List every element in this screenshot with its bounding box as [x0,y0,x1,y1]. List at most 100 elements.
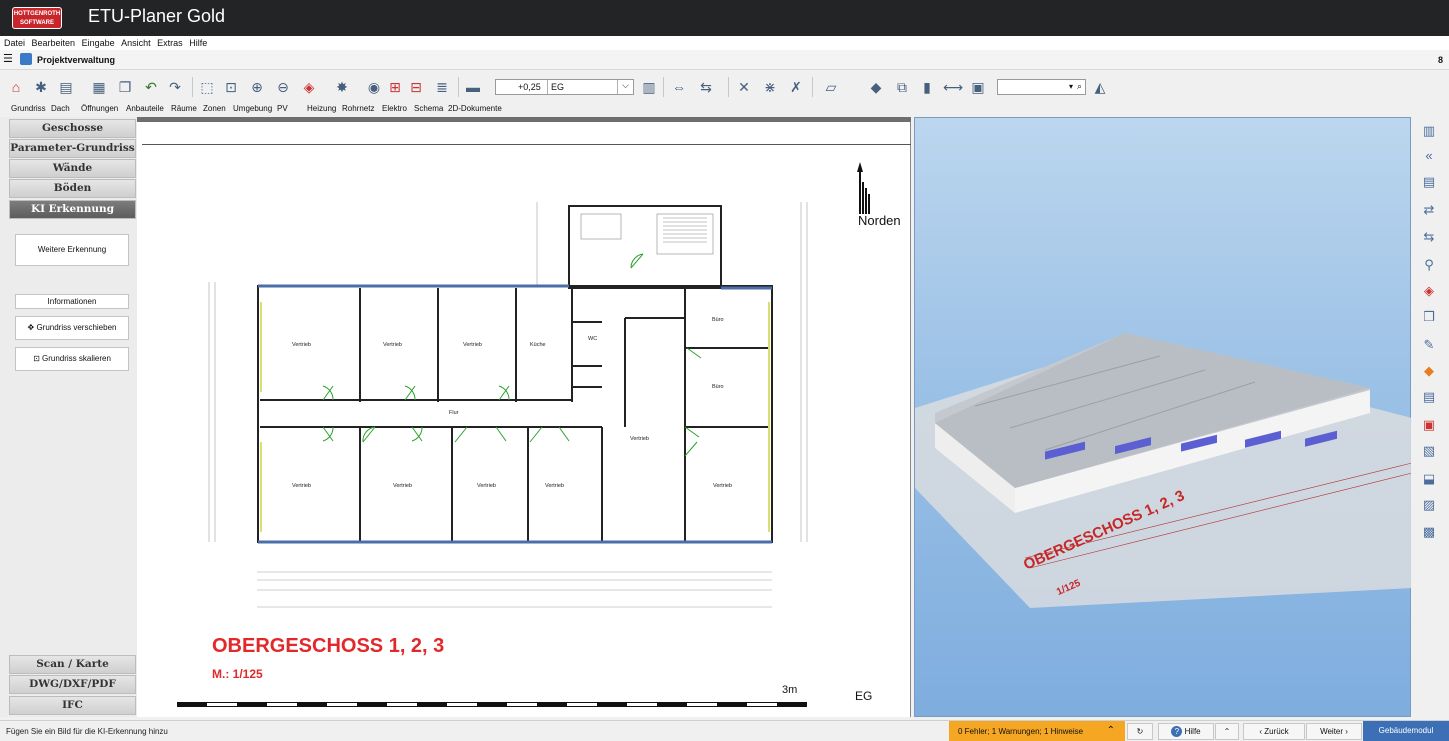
menu-hilfe[interactable]: Hilfe [189,38,207,48]
copy-icon[interactable]: ❐ [116,78,134,96]
list-icon[interactable]: ≣ [433,78,451,96]
visibility-icon[interactable]: ◉ [365,78,383,96]
tab-elektro[interactable]: Elektro [382,104,407,113]
split-view-icon[interactable]: ▥ [1419,121,1439,141]
dimension-icon[interactable]: ⇔ [670,78,688,96]
chevron-up-icon[interactable]: ⌃ [1107,725,1115,736]
view-settings-icon[interactable]: ◭ [1091,78,1109,96]
tab-oeffnungen[interactable]: Öffnungen [81,104,118,113]
tab-anbauteile[interactable]: Anbauteile [126,104,164,113]
nav-ifc[interactable]: IFC [9,696,136,715]
level-list-icon[interactable]: ▥ [640,78,658,96]
menu-eingabe[interactable]: Eingabe [82,38,115,48]
hilfe-expand-button[interactable]: ⌃ [1215,723,1239,740]
tab-umgebung[interactable]: Umgebung [233,104,272,113]
tab-zonen[interactable]: Zonen [203,104,226,113]
tab-schema[interactable]: Schema [414,104,443,113]
zoom-window-icon[interactable]: ⊡ [222,78,240,96]
select-icon[interactable]: ⬚ [198,78,216,96]
paint-icon[interactable]: ◆ [867,78,885,96]
grundriss-skalieren-button[interactable]: ⊡ Grundriss skalieren [15,347,129,371]
project-title[interactable]: Projektverwaltung [37,55,115,65]
tab-raeume[interactable]: Räume [171,104,197,113]
grid-settings-icon[interactable]: ⊟ [407,78,425,96]
tab-2d-dokumente[interactable]: 2D-Dokumente [448,104,502,113]
light-icon[interactable]: ✸ [333,78,351,96]
weitere-erkennung-button[interactable]: Weitere Erkennung [15,234,129,266]
nav-ki-erkennung[interactable]: KI Erkennung [9,200,136,219]
tab-rohrnetz[interactable]: Rohrnetz [342,104,374,113]
menu-extras[interactable]: Extras [157,38,183,48]
print-icon[interactable]: ▤ [1419,172,1439,192]
floor-title: OBERGESCHOSS 1, 2, 3 [212,635,445,657]
nav-scan-karte[interactable]: Scan / Karte [9,655,136,674]
tab-grundriss[interactable]: Grundriss [11,104,46,113]
gebaeudemodul-button[interactable]: Gebäudemodul [1363,721,1449,741]
edit-icon[interactable]: ✎ [1419,335,1439,355]
sync-back-icon[interactable]: ⇆ [1419,227,1439,247]
snap-point-icon[interactable]: ✗ [787,78,805,96]
paint-bucket-icon[interactable]: ◆ [1419,361,1439,381]
cube-red-icon[interactable]: ◈ [1419,281,1439,301]
room-label-vertrieb-1: Vertrieb [292,342,311,348]
redo-icon[interactable]: ↷ [166,78,184,96]
cube-icon[interactable]: ⧉ [893,78,911,96]
tab-heizung[interactable]: Heizung [307,104,336,113]
wall-icon[interactable]: ▮ [918,78,936,96]
tab-pv[interactable]: PV [277,104,288,113]
menu-datei[interactable]: Datei [4,38,25,48]
zoom-out-icon[interactable]: ⊖ [274,78,292,96]
layer-icon[interactable]: ◈ [300,78,318,96]
hamburger-icon[interactable]: ☰ [3,52,13,65]
grid-icon[interactable]: ▩ [1419,522,1439,542]
stamp-icon[interactable]: ⬓ [1419,469,1439,489]
sync-icon[interactable]: ⇄ [1419,200,1439,220]
zurueck-button[interactable]: ‹ Zurück [1243,723,1305,740]
3d-view[interactable]: OBERGESCHOSS 1, 2, 3 1/125 [914,117,1412,717]
toolbar-separator [192,77,193,97]
collapse-icon[interactable]: « [1419,146,1439,166]
measure-icon[interactable]: ⇆ [697,78,715,96]
grid-icon[interactable]: ⊞ [386,78,404,96]
search-input[interactable]: ▾ ⌕ [997,79,1086,95]
drawing-canvas[interactable]: Vertrieb Vertrieb Vertrieb Küche WC Büro… [137,122,911,717]
error-summary[interactable]: 0 Fehler; 1 Warnungen; 1 Hinweise ⌃ [949,721,1125,741]
level-name: EG [551,82,565,92]
right-toolbar: ▥ « ▤ ⇄ ⇆ ⚲ ◈ ❒ ✎ ◆ ▤ ▣ ▧ ⬓ ▨ ▩ [1411,117,1449,717]
print-preview-icon[interactable]: ▦ [90,78,108,96]
cube-icon[interactable]: ❒ [1419,307,1439,327]
snowflake-icon[interactable]: ✱ [32,78,50,96]
hilfe-button[interactable]: ? Hilfe [1158,723,1214,740]
grundriss-verschieben-button[interactable]: ✥ Grundriss verschieben [15,316,129,340]
level-icon[interactable]: ▬ [464,78,482,96]
move-icon[interactable]: ⟷ [943,78,963,96]
zoom-in-icon[interactable]: ⊕ [248,78,266,96]
nav-dwg-dxf-pdf[interactable]: DWG/DXF/PDF [9,675,136,694]
nav-boeden[interactable]: Böden [9,179,136,198]
menu-bearbeiten[interactable]: Bearbeiten [32,38,76,48]
tab-dach[interactable]: Dach [51,104,70,113]
undo-icon[interactable]: ↶ [142,78,160,96]
chevron-down-icon[interactable]: ⌵ [617,80,633,94]
search-icon[interactable]: ⌕ [1077,81,1082,92]
snap-icon[interactable]: ✕ [735,78,753,96]
layers-icon[interactable]: ▤ [1419,387,1439,407]
nav-waende[interactable]: Wände [9,159,136,178]
level-selector[interactable]: +0,25 EG ⌵ [495,79,634,95]
brush-icon[interactable]: ▨ [1419,495,1439,515]
pin-icon[interactable]: ⚲ [1419,255,1439,275]
surface-icon[interactable]: ▧ [1419,441,1439,461]
snap-grid-icon[interactable]: ⋇ [761,78,779,96]
house-icon[interactable]: ⌂ [7,78,25,96]
stack-icon[interactable]: ▣ [969,78,987,96]
terrain-icon[interactable]: ▱ [822,78,840,96]
chevron-down-icon[interactable]: ▾ [1069,82,1073,91]
help-icon: ? [1171,726,1183,737]
nav-parameter-grundriss[interactable]: Parameter-Grundriss [9,139,136,158]
nav-geschosse[interactable]: Geschosse [9,119,136,138]
refresh-button[interactable]: ↻ [1127,723,1153,740]
print-icon[interactable]: ▤ [57,78,75,96]
photo-icon[interactable]: ▣ [1419,415,1439,435]
menu-ansicht[interactable]: Ansicht [121,38,151,48]
weiter-button[interactable]: Weiter › [1306,723,1362,740]
